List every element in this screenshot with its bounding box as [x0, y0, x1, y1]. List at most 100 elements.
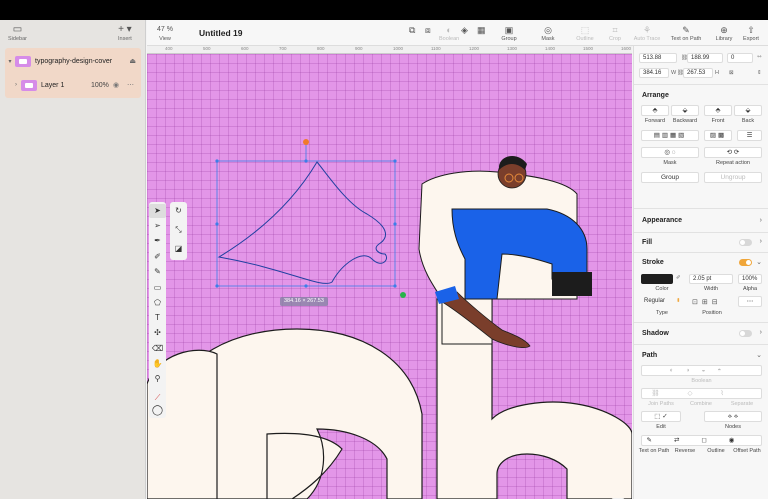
export-label: Export	[743, 36, 759, 42]
shape-tool-icon[interactable]: ⬠	[149, 296, 166, 310]
scale-icon[interactable]: ⤡	[170, 222, 187, 238]
space-evenly-icon[interactable]: ☰	[737, 130, 762, 141]
hand-tool-icon[interactable]: ✋	[149, 357, 166, 371]
eye-icon[interactable]: ◉	[113, 81, 119, 89]
edit-label: Edit	[656, 424, 666, 430]
text-tool-icon[interactable]: T	[149, 311, 166, 325]
toolbar-icon-button[interactable]: ⧉	[409, 24, 415, 36]
flip-vertical-icon[interactable]: ⇕	[757, 70, 762, 76]
text-on-path-label: Text on Path	[670, 36, 702, 42]
stroke-more-icon[interactable]: ⋯	[738, 296, 762, 307]
mask-icon-button[interactable]: ◎ ◌	[641, 147, 699, 158]
selection-handle	[393, 159, 397, 163]
edit-path-icon[interactable]: ⬚ ✓	[641, 411, 681, 422]
artwork[interactable]	[147, 54, 632, 499]
layer-item[interactable]: ▾ typography-design-cover ⏏	[5, 50, 141, 72]
shadow-toggle[interactable]	[739, 330, 752, 337]
more-icon[interactable]: ⋯	[127, 81, 134, 89]
path-section: Path ⌄ ◐◑◒◓ Boolean ⛓◇⌇ Join Paths Combi…	[634, 344, 768, 499]
join-paths-label: Join Paths	[648, 401, 674, 407]
flip-icon[interactable]: ⇿	[757, 54, 762, 60]
align-buttons[interactable]: ▤▥▦▧	[641, 130, 699, 141]
height-field[interactable]: 267.53	[683, 68, 713, 78]
eyedropper-icon[interactable]: ✐	[676, 275, 681, 281]
select-tool[interactable]: ➤	[149, 204, 166, 218]
stroke-toggle[interactable]	[739, 259, 752, 266]
rectangle-tool-icon[interactable]: ▭	[149, 281, 166, 295]
stroke-alpha-field[interactable]: 100%	[738, 274, 762, 284]
fill-color-icon[interactable]: ⟋	[149, 391, 166, 405]
mask-button[interactable]: ◎ Mask	[538, 24, 558, 42]
export-button[interactable]: ⇧ Export	[741, 24, 761, 42]
chevron-right-icon[interactable]: ›	[760, 238, 762, 245]
direct-select-tool[interactable]: ➢	[149, 219, 166, 233]
forward-icon[interactable]: ⬘	[641, 105, 669, 116]
ruler-tick: 500	[203, 46, 211, 51]
sidebar-toggle-button[interactable]: ▭ Sidebar	[8, 24, 27, 42]
chevron-down-icon[interactable]: ⌄	[756, 351, 762, 359]
library-label: Library	[715, 36, 733, 42]
auto-trace-button[interactable]: ⚘ Auto Trace	[632, 24, 662, 42]
chevron-right-icon[interactable]: ›	[760, 329, 762, 336]
backward-icon[interactable]: ⬙	[671, 105, 699, 116]
ungroup-button[interactable]: Ungroup	[704, 172, 762, 183]
join-buttons[interactable]: ⛓◇⌇	[641, 388, 762, 399]
eraser-tool-icon[interactable]: ⌫	[149, 342, 166, 356]
chevron-down-icon[interactable]: ⌄	[756, 258, 762, 266]
zoom-tool-icon[interactable]: ⚲	[149, 372, 166, 386]
document-title[interactable]: Untitled 19	[199, 28, 242, 38]
brush-tool-icon[interactable]: ✐	[149, 250, 166, 264]
stroke-width-field[interactable]: 2.05 pt	[689, 274, 733, 284]
backward-label: Backward	[672, 118, 698, 124]
zoom-control[interactable]: 47 % View	[157, 24, 173, 42]
outline-button[interactable]: ⬚ Outline	[575, 24, 595, 42]
canvas[interactable]: 384.16 × 267.53 ➤ ➢ ✒ ✐ ✎ ▭ ⬠ T ✣ ⌫ ✋ ⚲ …	[147, 54, 632, 499]
stroke-color-swatch[interactable]	[641, 274, 673, 284]
chevron-down-icon[interactable]: ▾	[5, 58, 15, 65]
path-action-buttons[interactable]: ✎⇄◻◉	[641, 435, 762, 446]
crop-button[interactable]: ⌗ Crop	[607, 24, 623, 42]
main-toolbar: 47 % View Untitled 19 ⧉ ⧈ ◐ Boolean ◈ ▦ …	[147, 20, 768, 46]
lock-icon[interactable]: ⏏	[129, 57, 136, 65]
color-label: Color	[655, 286, 669, 292]
transform-tool-icon[interactable]: ✣	[149, 326, 166, 340]
toolbar-icon-button[interactable]: ▦	[477, 24, 486, 36]
fill-toggle[interactable]	[739, 239, 752, 246]
boolean-button[interactable]: ◐ Boolean	[439, 24, 459, 42]
pencil-tool-icon[interactable]: ✎	[149, 265, 166, 279]
layer-item[interactable]: › Layer 1 100% ◉ ⋯	[5, 74, 141, 96]
appearance-section[interactable]: Appearance ›	[634, 208, 768, 232]
pen-tool-icon[interactable]: ✒	[149, 234, 166, 248]
repeat-icon-button[interactable]: ⟲ ⟳	[704, 147, 762, 158]
insert-button[interactable]: + ▾ Insert	[118, 24, 132, 42]
group-button[interactable]: Group	[641, 172, 699, 183]
stroke-color-icon[interactable]: ◯	[149, 404, 166, 418]
text-on-path-button[interactable]: ✎ Text on Path	[669, 24, 703, 42]
rotate-icon[interactable]: ↻	[170, 203, 187, 219]
selection-handle	[304, 284, 308, 288]
x-field[interactable]: 513.88	[639, 53, 677, 63]
boolean-label: Boolean	[439, 36, 460, 42]
toolbar-icon-button[interactable]: ◈	[461, 24, 468, 36]
boolean-buttons[interactable]: ◐◑◒◓	[641, 365, 762, 376]
sidebar-header: ▭ Sidebar + ▾ Insert	[0, 20, 146, 46]
chevron-right-icon[interactable]: ›	[760, 217, 762, 224]
constrain-icon[interactable]: ⊠	[729, 70, 734, 76]
back-icon[interactable]: ⬙	[734, 105, 762, 116]
dropdown-icon[interactable]: ⬍	[676, 298, 681, 304]
fill-rule-icon[interactable]: ◪	[170, 241, 187, 257]
toolbar-icon-button[interactable]: ⧈	[425, 24, 431, 36]
nodes-icon[interactable]: ⟡ ⟡	[704, 411, 762, 422]
stroke-position-buttons[interactable]: ⊡⊞⊟	[692, 298, 722, 306]
mask-icon: ◎	[544, 25, 552, 35]
y-field[interactable]: 188.99	[687, 53, 723, 63]
rotation-field[interactable]: 0	[727, 53, 753, 63]
group-button[interactable]: ▣ Group	[499, 24, 519, 42]
chevron-right-icon[interactable]: ›	[11, 82, 21, 88]
horizontal-ruler[interactable]: 400 500 600 700 800 900 1000 1100 1200 1300 1400 15…	[147, 46, 632, 54]
library-button[interactable]: ⊕ Library	[713, 24, 735, 42]
distribute-buttons[interactable]: ▨▩	[704, 130, 732, 141]
width-field[interactable]: 384.16	[639, 68, 669, 78]
front-icon[interactable]: ⬘	[704, 105, 732, 116]
pivot-point	[400, 292, 406, 298]
